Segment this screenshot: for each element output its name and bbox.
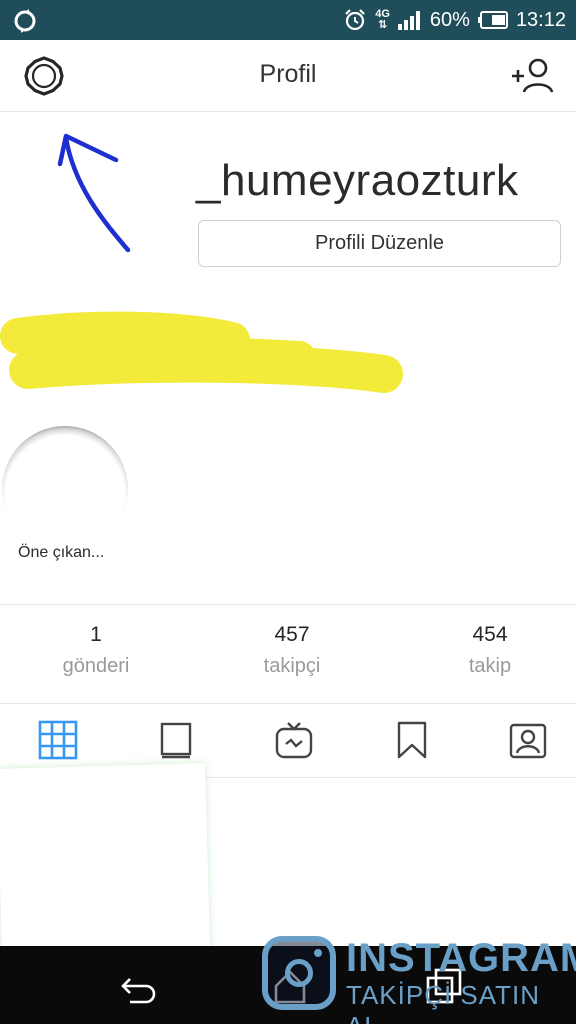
back-icon[interactable] <box>116 966 156 1006</box>
stat-value: 1 <box>90 623 102 646</box>
top-bar: Profil <box>0 40 576 112</box>
alarm-icon <box>345 9 365 31</box>
network-indicator: 4G ⇅ <box>375 8 390 31</box>
instagram-logo-icon <box>262 936 336 1010</box>
add-user-icon[interactable] <box>510 56 554 96</box>
grid-icon[interactable] <box>38 720 78 760</box>
stat-following[interactable]: 454 takip <box>420 623 560 678</box>
highlight-label: Öne çıkan... <box>18 544 105 561</box>
page-title: Profil <box>259 60 317 88</box>
signal-icon <box>397 11 420 30</box>
battery-icon <box>477 11 508 29</box>
stat-followers[interactable]: 457 takipçi <box>222 623 362 678</box>
stat-label: takip <box>468 655 512 677</box>
stat-posts[interactable]: 1 gönderi <box>26 623 166 678</box>
stat-label: gönderi <box>62 655 130 677</box>
saved-icon[interactable] <box>392 720 432 760</box>
story-highlight[interactable] <box>2 426 128 552</box>
edit-profile-button[interactable]: Profili Düzenle <box>198 220 561 267</box>
username: _humeyraozturk <box>196 156 519 205</box>
stat-label: takipçi <box>263 655 321 677</box>
watermark: INSTAGRAM TAKİPÇİ SATIN AL <box>262 934 576 1024</box>
clock: 13:12 <box>515 8 566 31</box>
feed-icon[interactable] <box>156 720 196 760</box>
annotation-arrow <box>57 133 131 253</box>
watermark-subtitle: TAKİPÇİ SATIN AL <box>346 980 541 1024</box>
sync-icon <box>14 9 36 33</box>
igtv-icon[interactable] <box>274 720 314 760</box>
stat-value: 457 <box>274 623 310 646</box>
tagged-icon[interactable] <box>508 720 548 760</box>
battery-percent: 60% <box>429 8 470 31</box>
watermark-title: INSTAGRAM <box>346 936 576 980</box>
redaction-scribble <box>0 311 403 393</box>
stat-value: 454 <box>472 623 508 646</box>
profile-stats: 1 gönderi 457 takipçi 454 takip <box>0 604 576 704</box>
status-bar: 4G ⇅ 60% 13:12 <box>0 0 576 40</box>
